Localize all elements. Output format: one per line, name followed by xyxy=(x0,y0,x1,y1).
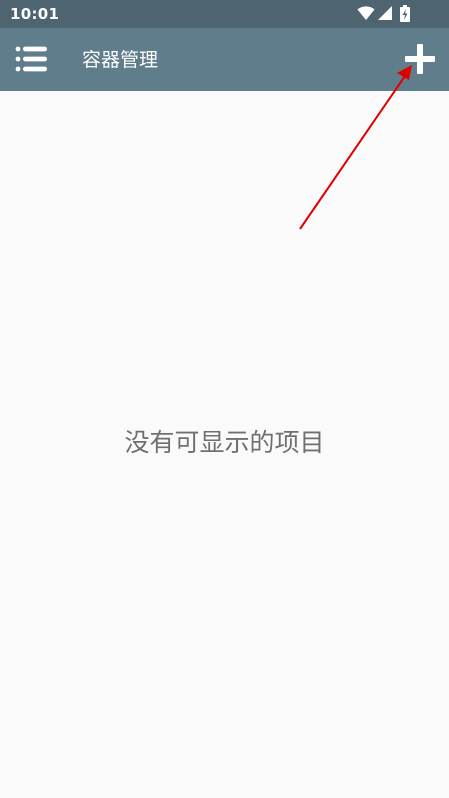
status-bar: 10:01 xyxy=(0,0,449,28)
page-title: 容器管理 xyxy=(82,49,159,71)
menu-button[interactable] xyxy=(10,39,52,81)
status-time: 10:01 xyxy=(10,5,60,23)
app-bar: 容器管理 xyxy=(0,28,449,91)
empty-state-message: 没有可显示的项目 xyxy=(124,428,325,457)
list-menu-icon xyxy=(15,46,47,72)
cellular-signal-icon xyxy=(378,6,392,20)
add-container-button[interactable] xyxy=(397,38,443,82)
battery-charging-icon xyxy=(400,5,410,22)
container-list: 没有可显示的项目 xyxy=(0,91,449,798)
wifi-icon xyxy=(357,6,375,20)
plus-icon xyxy=(405,44,435,74)
